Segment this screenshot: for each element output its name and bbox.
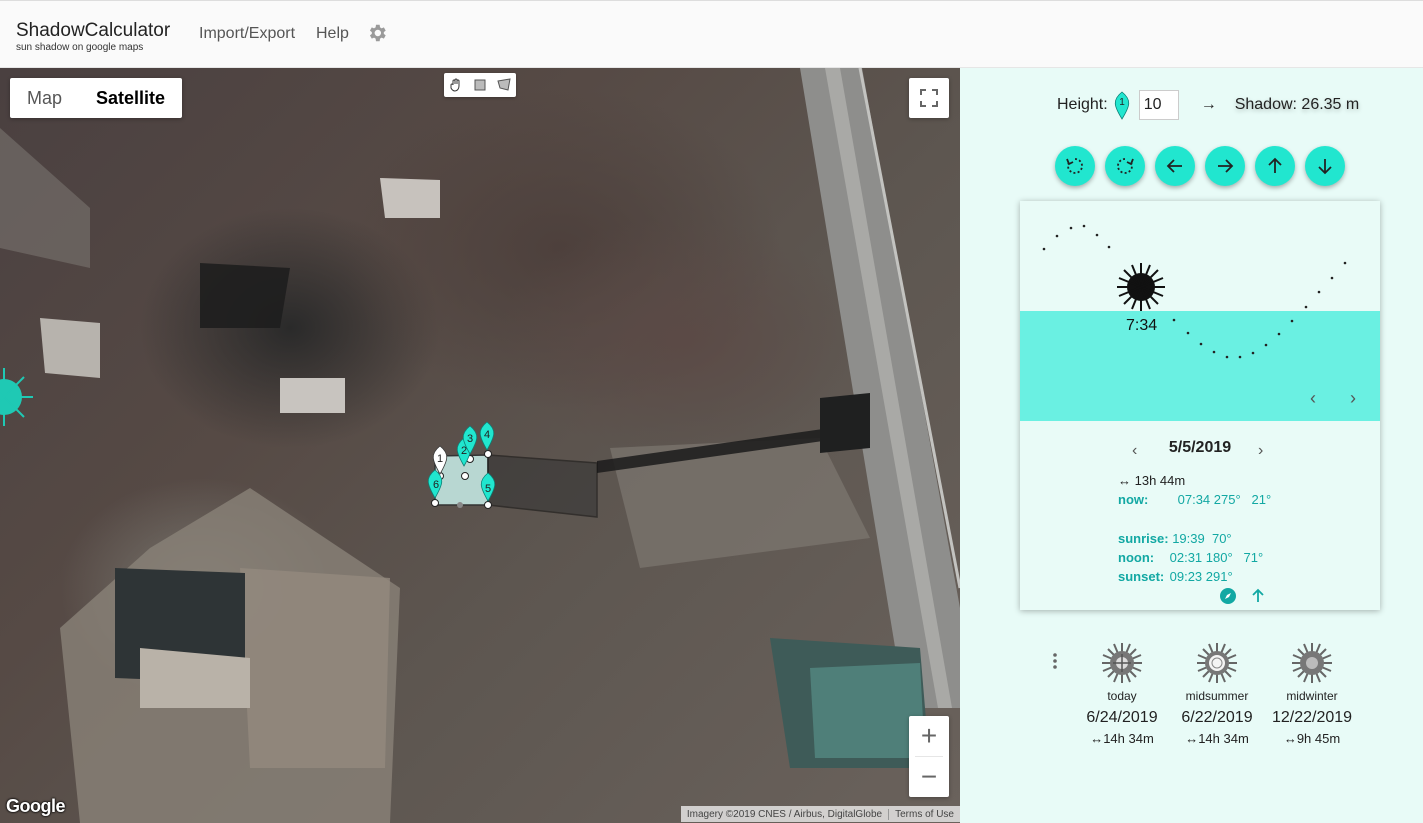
fullscreen-button[interactable] <box>909 78 949 118</box>
preset-name: midwinter <box>1286 689 1338 703</box>
map-sun-icon[interactable] <box>0 368 33 426</box>
move-right-button[interactable] <box>1205 146 1245 186</box>
nav-import-export[interactable]: Import/Export <box>199 25 295 43</box>
move-left-button[interactable] <box>1155 146 1195 186</box>
map-imagery: 1 2 3 4 5 6 <box>0 68 960 823</box>
arc-prev-button[interactable]: ‹ <box>1310 388 1316 409</box>
rectangle-icon[interactable] <box>468 73 492 97</box>
sun-path-diagram[interactable] <box>1020 201 1380 431</box>
svg-text:6: 6 <box>433 479 439 491</box>
preset-duration: ↔14h 34m <box>1185 731 1249 746</box>
svg-text:3: 3 <box>467 433 473 445</box>
app-header: ShadowCalculator sun shadow on google ma… <box>0 0 1423 68</box>
date-next-button[interactable]: › <box>1258 442 1263 460</box>
arrow-up-icon <box>1268 157 1282 173</box>
map-type-map[interactable]: Map <box>10 78 79 118</box>
sunrise-label: sunrise: <box>1118 531 1169 546</box>
transform-buttons <box>1055 146 1355 186</box>
satellite-map[interactable]: 1 2 3 4 5 6 Map Satellite + − Google Ima… <box>0 68 960 823</box>
preset-date: 12/22/2019 <box>1271 709 1353 726</box>
map-attribution: Imagery ©2019 CNES / Airbus, DigitalGlob… <box>680 806 960 822</box>
map-type-satellite[interactable]: Satellite <box>79 78 182 118</box>
map-type-control: Map Satellite <box>10 78 183 118</box>
preset-name: today <box>1107 689 1137 703</box>
rotate-right-button[interactable] <box>1105 146 1145 186</box>
sun-icon[interactable] <box>1117 263 1165 311</box>
sun-time-label: 7:34 <box>1126 317 1158 334</box>
svg-text:1: 1 <box>437 453 443 465</box>
polygon-icon[interactable] <box>492 73 516 97</box>
imagery-credit: Imagery ©2019 CNES / Airbus, DigitalGlob… <box>686 808 883 820</box>
fullscreen-icon <box>920 89 938 107</box>
svg-text:4: 4 <box>484 429 490 441</box>
zoom-control: + − <box>909 716 949 797</box>
now-label: now: <box>1118 492 1149 507</box>
now-row: now: 07:34 275° 21° <box>1118 492 1271 507</box>
height-label: Height: <box>1057 96 1108 113</box>
card-actions <box>1218 586 1278 606</box>
svg-text:5: 5 <box>485 483 491 495</box>
sunset-row: sunset: 09:23 291° <box>1118 569 1233 584</box>
preset-today[interactable]: today 6/24/2019 ↔14h 34m <box>1072 641 1172 746</box>
sun-path-card: 7:34 ‹ › ‹ 5/5/2019 › ↔ 13h 44m now: 07:… <box>1020 201 1380 610</box>
shadow-panel: Height: 1 → Shadow: 26.35 m <box>960 68 1423 823</box>
height-row: Height: 1 → Shadow: 26.35 m <box>1057 90 1359 120</box>
preset-midwinter[interactable]: midwinter 12/22/2019 ↔9h 45m <box>1262 641 1362 746</box>
now-value: 07:34 275° 21° <box>1177 492 1272 507</box>
arrow-down-icon <box>1318 159 1332 175</box>
rotate-left-icon <box>1066 158 1083 174</box>
rotate-left-button[interactable] <box>1055 146 1095 186</box>
noon-label: noon: <box>1118 550 1155 565</box>
google-logo[interactable]: Google <box>6 796 66 817</box>
gear-icon[interactable] <box>366 22 388 44</box>
app-title[interactable]: ShadowCalculator <box>16 21 170 41</box>
preset-midsummer[interactable]: midsummer 6/22/2019 ↔14h 34m <box>1167 641 1267 746</box>
preset-date: 6/24/2019 <box>1086 709 1158 726</box>
arc-next-button[interactable]: › <box>1350 388 1356 409</box>
preset-name: midsummer <box>1185 689 1249 703</box>
north-arrow-icon[interactable] <box>1248 586 1268 606</box>
noon-value: 02:31 180° 71° <box>1169 550 1264 565</box>
arrow-indicator: → <box>1200 96 1217 113</box>
sunset-label: sunset: <box>1118 569 1165 584</box>
zoom-in-button[interactable]: + <box>909 716 949 756</box>
move-down-button[interactable] <box>1305 146 1345 186</box>
height-marker-icon: 1 <box>1114 91 1129 120</box>
sun-midwinter-icon <box>1292 643 1332 683</box>
rotate-right-icon <box>1117 158 1134 174</box>
sunrise-row: sunrise: 19:39 70° <box>1118 531 1232 546</box>
sun-midsummer-icon <box>1197 643 1237 683</box>
sunrise-value: 19:39 70° <box>1172 531 1232 546</box>
sunset-value: 09:23 291° <box>1169 569 1233 584</box>
selected-date[interactable]: 5/5/2019 <box>1020 439 1380 457</box>
marker-4[interactable]: 4 <box>479 421 495 451</box>
brand[interactable]: ShadowCalculator sun shadow on google ma… <box>16 21 170 54</box>
preset-date: 6/22/2019 <box>1181 709 1253 726</box>
noon-row: noon: 02:31 180° 71° <box>1118 550 1263 565</box>
zoom-out-button[interactable]: − <box>909 757 949 797</box>
day-length: ↔ 13h 44m <box>1118 473 1186 488</box>
move-up-button[interactable] <box>1255 146 1295 186</box>
drawing-toolbar <box>444 73 516 97</box>
preset-duration: ↔14h 34m <box>1090 731 1154 746</box>
svg-text:1: 1 <box>1119 97 1125 108</box>
height-input[interactable] <box>1138 90 1179 120</box>
terms-link[interactable]: Terms of Use <box>888 808 960 820</box>
compass-icon[interactable] <box>1218 586 1238 606</box>
sun-today-icon <box>1102 643 1142 683</box>
arrow-right-icon <box>1218 159 1234 173</box>
preset-duration: ↔9h 45m <box>1283 731 1341 746</box>
shadow-length: Shadow: 26.35 m <box>1234 96 1360 113</box>
arrow-left-icon <box>1166 159 1182 173</box>
more-vertical-icon[interactable] <box>1050 651 1060 671</box>
nav-help[interactable]: Help <box>316 25 349 43</box>
sun-path-dots <box>1042 224 1347 359</box>
hand-icon[interactable] <box>444 73 468 97</box>
app-subtitle: sun shadow on google maps <box>16 42 144 53</box>
